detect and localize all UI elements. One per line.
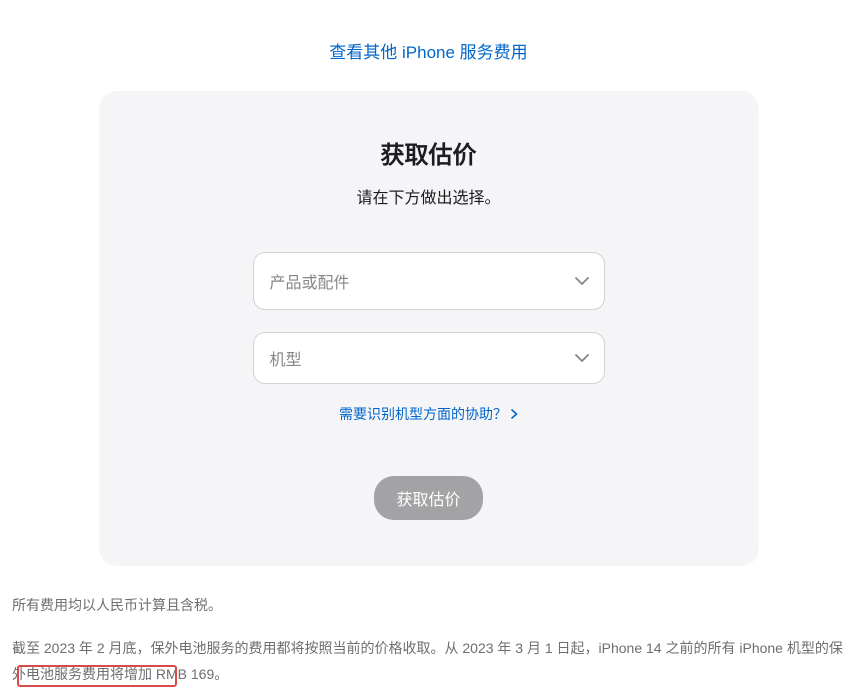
top-link-wrap: 查看其他 iPhone 服务费用	[10, 0, 847, 91]
card-subtitle: 请在下方做出选择。	[139, 184, 719, 208]
model-select[interactable]: 机型	[253, 332, 605, 384]
estimate-card: 获取估价 请在下方做出选择。 产品或配件 机型 需要识别机型方面的协助？	[99, 91, 759, 566]
footer-note-1: 所有费用均以人民币计算且含税。	[10, 592, 847, 619]
page-container: 查看其他 iPhone 服务费用 获取估价 请在下方做出选择。 产品或配件 机型…	[0, 0, 857, 688]
footer-note-2-text: 截至 2023 年 2 月底，保外电池服务的费用都将按照当前的价格收取。从 20…	[12, 640, 843, 683]
other-services-link[interactable]: 查看其他 iPhone 服务费用	[329, 43, 527, 62]
model-select-wrap: 机型	[253, 332, 605, 384]
product-select[interactable]: 产品或配件	[253, 252, 605, 310]
help-link-label: 需要识别机型方面的协助？	[339, 404, 507, 424]
card-title: 获取估价	[139, 135, 719, 170]
chevron-right-icon	[511, 409, 518, 419]
get-estimate-button[interactable]: 获取估价	[374, 476, 482, 520]
model-select-placeholder: 机型	[270, 346, 302, 370]
product-select-placeholder: 产品或配件	[270, 269, 350, 293]
identify-model-help-link[interactable]: 需要识别机型方面的协助？	[339, 404, 518, 424]
product-select-wrap: 产品或配件	[253, 252, 605, 310]
footer-note-2: 截至 2023 年 2 月底，保外电池服务的费用都将按照当前的价格收取。从 20…	[10, 635, 847, 688]
